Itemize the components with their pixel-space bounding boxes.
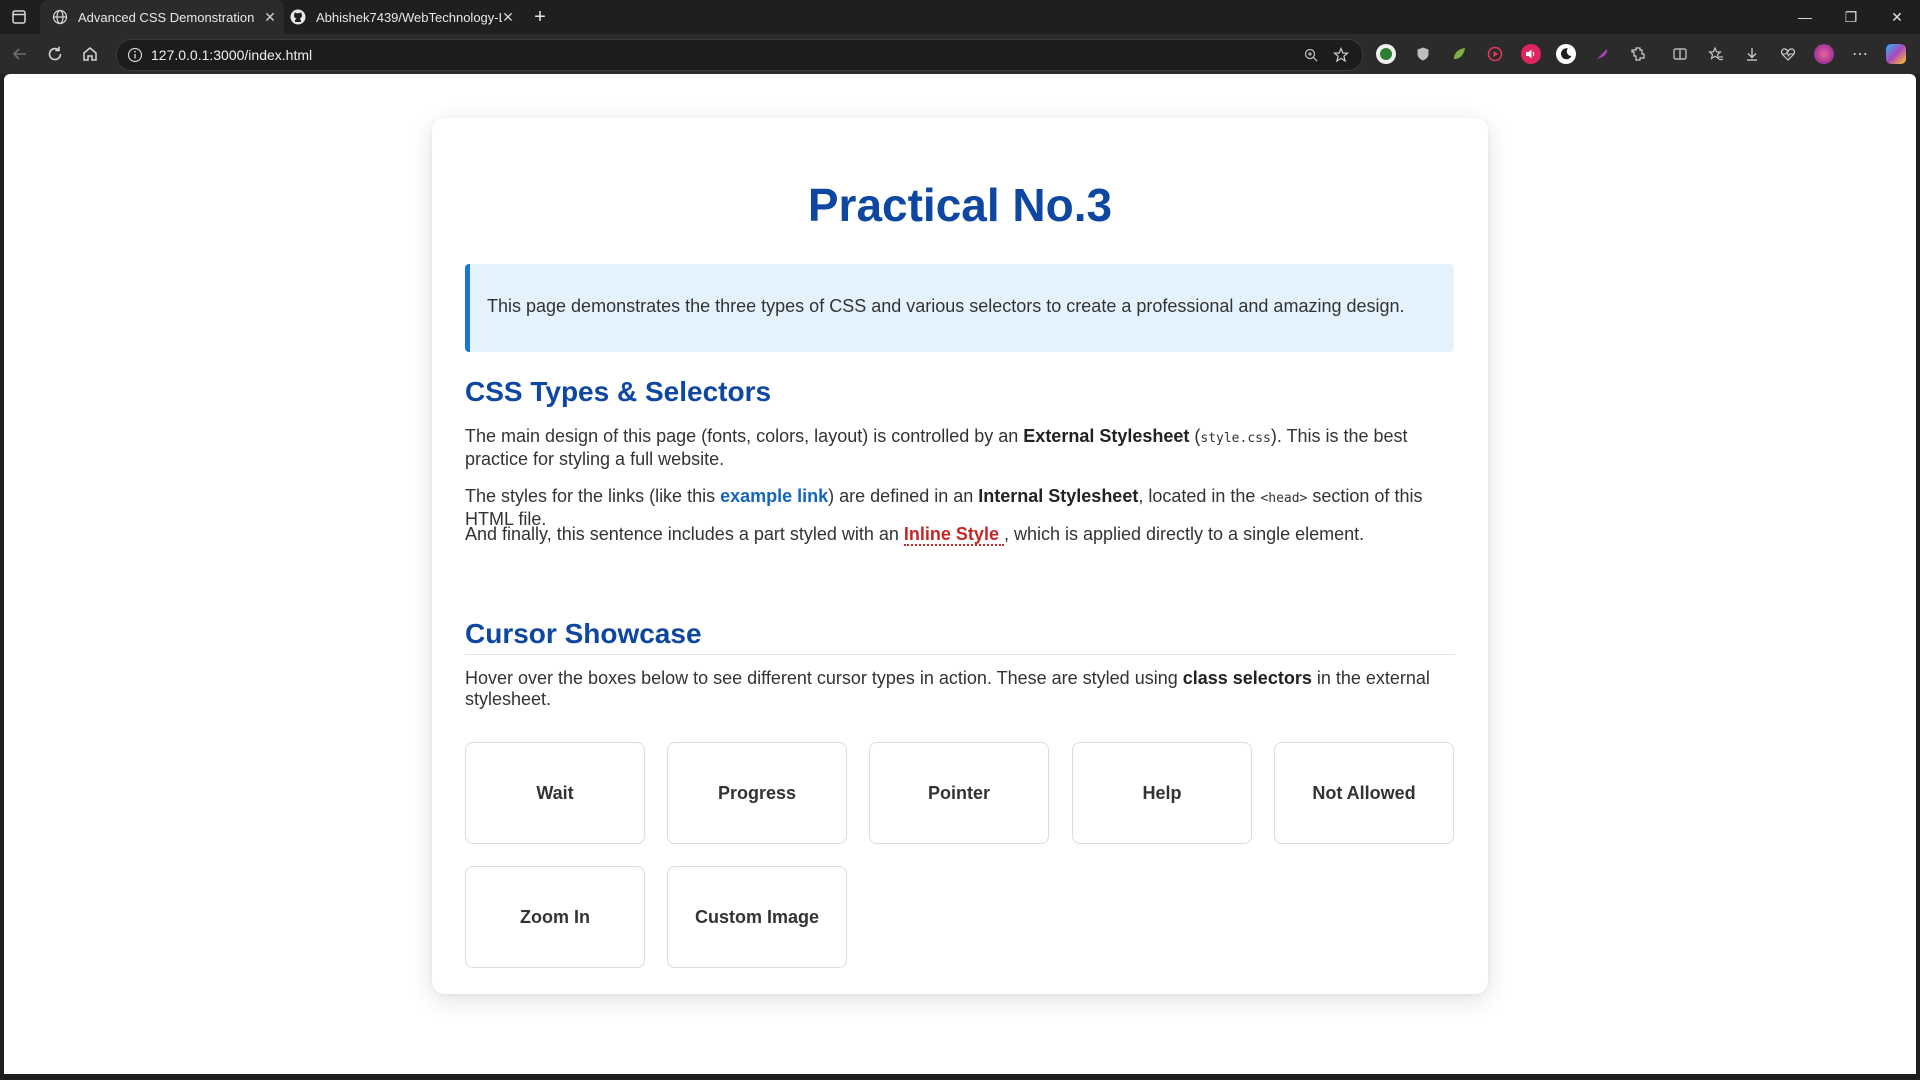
code-head: <head> [1260,491,1308,506]
home-button[interactable] [78,42,102,66]
paragraph-cursor-intro: Hover over the boxes below to see differ… [465,668,1430,709]
intro-callout: This page demonstrates the three types o… [465,264,1454,352]
shield-icon[interactable] [1413,44,1433,64]
moon-icon[interactable] [1556,44,1576,64]
tab-title: Advanced CSS Demonstration [78,9,255,25]
paragraph-external-stylesheet: The main design of this page (fonts, col… [465,426,1408,469]
globe-icon [52,9,68,25]
close-tab-icon[interactable]: ✕ [262,9,278,25]
paragraph-inline-style: And finally, this sentence includes a pa… [465,524,1365,546]
leaf-icon[interactable] [1449,44,1469,64]
site-info-icon[interactable] [127,47,143,63]
extensions-icon[interactable] [1628,44,1648,64]
adblock-icon[interactable] [1376,44,1396,64]
cursor-box-not-allowed[interactable]: Not Allowed [1274,742,1454,844]
inline-style-text: Inline Style [903,524,1004,546]
section-heading-css-types: CSS Types & Selectors [465,376,772,407]
cursor-box-pointer[interactable]: Pointer [869,742,1049,844]
back-button[interactable] [8,42,32,66]
bold-class-selectors: class selectors [1182,668,1312,688]
restore-button[interactable]: ❐ [1828,0,1874,34]
minimize-button[interactable]: — [1782,0,1828,34]
downloads-icon[interactable] [1742,44,1762,64]
section-heading-cursor-showcase: Cursor Showcase [465,618,702,649]
page-title: Practical No.3 [807,179,1113,231]
tab-actions-icon[interactable] [8,7,30,27]
address-bar[interactable]: 127.0.0.1:3000/index.html [116,39,1363,71]
close-tab-icon[interactable]: ✕ [500,9,516,25]
heartbeat-icon[interactable] [1778,44,1798,64]
volume-icon[interactable] [1521,44,1541,64]
split-screen-icon[interactable] [1670,44,1690,64]
copilot-icon[interactable] [1886,44,1906,64]
page-viewport: Practical No.3 This page demonstrates th… [4,74,1916,1074]
section-divider [465,654,1455,655]
cursor-box-help[interactable]: Help [1072,742,1252,844]
browser-toolbar: 127.0.0.1:3000/index.html ⋯ [0,34,1920,74]
bold-external-stylesheet: External Stylesheet [1023,426,1190,446]
cursor-box-custom-image[interactable]: Custom Image [667,866,847,968]
cursor-box-progress[interactable]: Progress [667,742,847,844]
record-icon[interactable] [1485,44,1505,64]
star-icon[interactable] [1332,46,1350,63]
url-text: 127.0.0.1:3000/index.html [151,47,313,63]
example-link[interactable]: example link [720,486,828,506]
favorites-icon[interactable] [1706,44,1726,64]
tab-title: Abhishek7439/WebTechnology-L [316,9,502,25]
code-style-css: style.css [1200,431,1271,446]
more-icon[interactable]: ⋯ [1850,44,1870,64]
tab-github[interactable]: Abhishek7439/WebTechnology-L ✕ [284,0,522,34]
bold-internal-stylesheet: Internal Stylesheet [978,486,1139,506]
tab-bar: Advanced CSS Demonstration ✕ Abhishek743… [0,0,1920,34]
feather-icon[interactable] [1592,44,1612,64]
github-icon [290,9,306,25]
tab-advanced-css[interactable]: Advanced CSS Demonstration ✕ [40,0,284,34]
cursor-box-zoom-in[interactable]: Zoom In [465,866,645,968]
cursor-box-wait[interactable]: Wait [465,742,645,844]
new-tab-button[interactable]: + [528,6,552,28]
content-card: Practical No.3 This page demonstrates th… [432,118,1488,994]
zoom-icon[interactable] [1303,47,1319,63]
profile-avatar[interactable] [1814,44,1834,64]
refresh-button[interactable] [43,42,67,66]
close-window-button[interactable]: ✕ [1874,0,1920,34]
intro-text: This page demonstrates the three types o… [487,296,1405,316]
